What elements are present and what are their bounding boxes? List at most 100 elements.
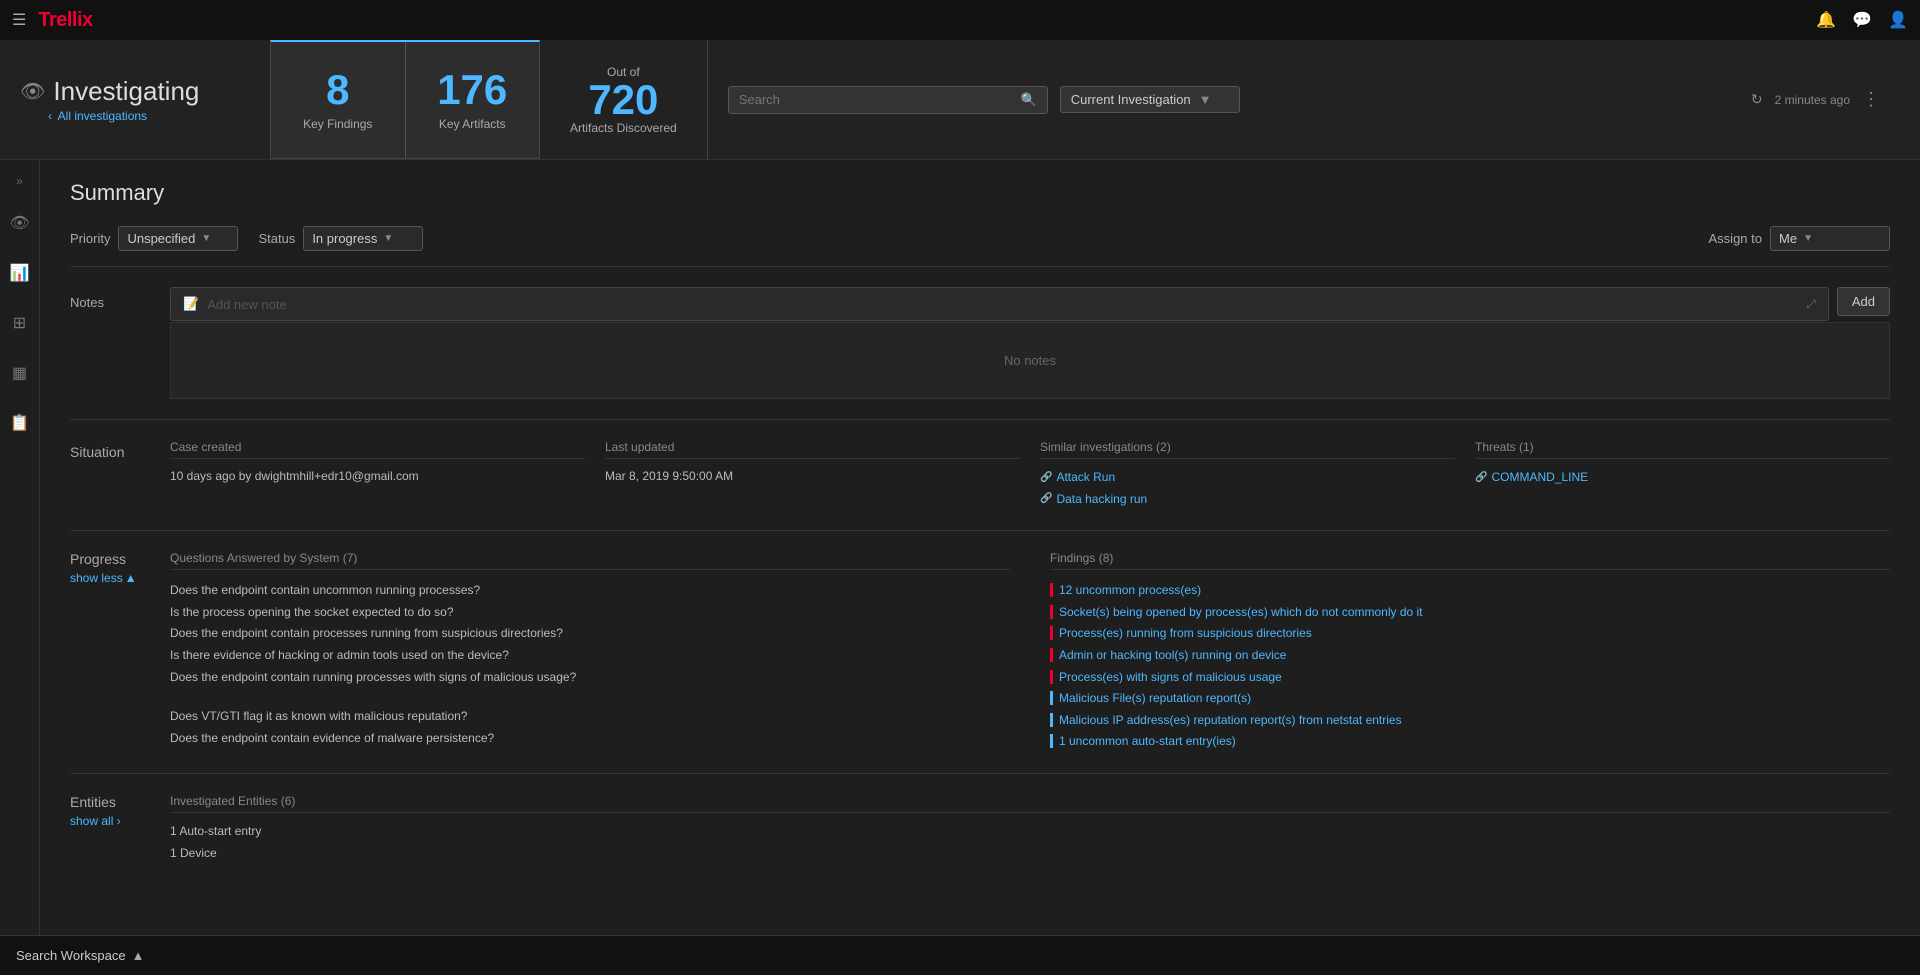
hamburger-icon[interactable]: ☰: [12, 10, 26, 30]
priority-control: Priority Unspecified ▼: [70, 226, 238, 251]
status-value: In progress: [312, 231, 377, 246]
progress-label: Progress: [70, 551, 150, 567]
sidebar-eye-icon[interactable]: 👁: [5, 208, 35, 238]
last-updated-col: Last updated Mar 8, 2019 9:50:00 AM: [605, 440, 1020, 510]
finding-text-8[interactable]: 1 uncommon auto-start entry(ies): [1059, 731, 1236, 753]
user-icon[interactable]: 👤: [1888, 10, 1908, 30]
entity-1: 1 Auto-start entry: [170, 821, 1890, 843]
last-updated-header: Last updated: [605, 440, 1020, 459]
stats-box: 8 Key Findings 176 Key Artifacts: [270, 40, 540, 159]
question-2: Is the process opening the socket expect…: [170, 602, 1010, 624]
header-right: ↻ 2 minutes ago ⋮: [1751, 89, 1900, 110]
threats-header: Threats (1): [1475, 440, 1890, 459]
search-box[interactable]: 🔍: [728, 86, 1048, 114]
entities-content: Investigated Entities (6) 1 Auto-start e…: [170, 794, 1890, 864]
findings-header: Findings (8): [1050, 551, 1890, 570]
investigation-dropdown[interactable]: Current Investigation ▼: [1060, 86, 1240, 113]
question-5: Does the endpoint contain running proces…: [170, 667, 1010, 689]
sidebar-collapse-icon[interactable]: »: [16, 174, 23, 188]
question-1: Does the endpoint contain uncommon runni…: [170, 580, 1010, 602]
investigating-title: 👁 Investigating: [20, 76, 250, 107]
key-findings-stat: 8 Key Findings: [271, 42, 406, 158]
question-7: Does the endpoint contain evidence of ma…: [170, 728, 1010, 750]
status-label: Status: [258, 231, 295, 246]
finding-text-6[interactable]: Malicious File(s) reputation report(s): [1059, 688, 1251, 710]
last-updated-text: 2 minutes ago: [1775, 93, 1850, 107]
finding-1: 12 uncommon process(es): [1050, 580, 1890, 602]
finding-5: Process(es) with signs of malicious usag…: [1050, 667, 1890, 689]
situation-grid: Case created 10 days ago by dwightmhill+…: [170, 440, 1890, 510]
situation-section: Situation Case created 10 days ago by dw…: [70, 419, 1890, 510]
add-note-button[interactable]: Add: [1837, 287, 1890, 316]
refresh-icon[interactable]: ↻: [1751, 91, 1763, 108]
nav-left: ☰ Trellix: [12, 9, 93, 32]
finding-text-4[interactable]: Admin or hacking tool(s) running on devi…: [1059, 645, 1286, 667]
sidebar-chart-icon[interactable]: 📊: [5, 258, 35, 288]
ext-link-icon-3: 🔗: [1475, 469, 1487, 487]
finding-text-7[interactable]: Malicious IP address(es) reputation repo…: [1059, 710, 1402, 732]
finding-bar-red-3: [1050, 626, 1053, 640]
all-investigations-link[interactable]: ‹ All investigations: [48, 109, 250, 123]
header-controls: 🔍 Current Investigation ▼ ↻ 2 minutes ag…: [708, 86, 1920, 114]
investigating-label: Investigating: [53, 76, 199, 107]
status-chevron-icon: ▼: [383, 233, 393, 244]
assign-to-value: Me: [1779, 231, 1797, 246]
finding-text-3[interactable]: Process(es) running from suspicious dire…: [1059, 623, 1312, 645]
finding-7: Malicious IP address(es) reputation repo…: [1050, 710, 1890, 732]
sidebar-book-icon[interactable]: 📋: [5, 408, 35, 438]
finding-3: Process(es) running from suspicious dire…: [1050, 623, 1890, 645]
investigation-dropdown-label: Current Investigation: [1071, 92, 1191, 107]
priority-value: Unspecified: [127, 231, 195, 246]
chat-icon[interactable]: 💬: [1852, 10, 1872, 30]
data-hacking-link[interactable]: 🔗 Data hacking run: [1040, 489, 1455, 511]
entities-side: Entities show all ›: [70, 794, 150, 864]
finding-8: 1 uncommon auto-start entry(ies): [1050, 731, 1890, 753]
key-artifacts-stat: 176 Key Artifacts: [406, 42, 540, 158]
finding-text-5[interactable]: Process(es) with signs of malicious usag…: [1059, 667, 1282, 689]
similar-investigations-header: Similar investigations (2): [1040, 440, 1455, 459]
question-3: Does the endpoint contain processes runn…: [170, 623, 1010, 645]
situation-label: Situation: [70, 440, 150, 510]
assign-to-dropdown[interactable]: Me ▼: [1770, 226, 1890, 251]
show-all-button[interactable]: show all ›: [70, 814, 150, 828]
key-findings-label: Key Findings: [303, 117, 372, 131]
nav-right: 🔔 💬 👤: [1816, 10, 1908, 30]
finding-bar-red-4: [1050, 648, 1053, 662]
notes-input-area[interactable]: 📝 Add new note ⤢: [170, 287, 1829, 321]
progress-side: Progress show less ▲: [70, 551, 150, 753]
command-line-link[interactable]: 🔗 COMMAND_LINE: [1475, 467, 1890, 489]
search-input[interactable]: [739, 92, 1015, 107]
chevron-up-icon: ▲: [132, 948, 145, 963]
show-less-button[interactable]: show less ▲: [70, 571, 150, 585]
assign-to-control: Assign to Me ▼: [1709, 226, 1890, 251]
assign-to-label: Assign to: [1709, 231, 1762, 246]
questions-column: Questions Answered by System (7) Does th…: [170, 551, 1010, 753]
search-workspace-label: Search Workspace: [16, 948, 126, 963]
notes-content: 📝 Add new note ⤢ Add No notes: [170, 287, 1890, 399]
key-artifacts-number: 176: [437, 69, 507, 111]
finding-text-2[interactable]: Socket(s) being opened by process(es) wh…: [1059, 602, 1423, 624]
priority-dropdown[interactable]: Unspecified ▼: [118, 226, 238, 251]
artifacts-number: 720: [588, 79, 658, 121]
notes-note-icon: 📝: [183, 296, 199, 312]
search-icon[interactable]: 🔍: [1021, 92, 1037, 108]
attack-run-link[interactable]: 🔗 Attack Run: [1040, 467, 1455, 489]
notes-section-label: Notes: [70, 287, 150, 310]
finding-2: Socket(s) being opened by process(es) wh…: [1050, 602, 1890, 624]
question-6: Does VT/GTI flag it as known with malici…: [170, 706, 1010, 728]
status-control: Status In progress ▼: [258, 226, 423, 251]
situation-content: Case created 10 days ago by dwightmhill+…: [170, 440, 1890, 510]
finding-text-1[interactable]: 12 uncommon process(es): [1059, 580, 1201, 602]
status-dropdown[interactable]: In progress ▼: [303, 226, 423, 251]
chevron-up-small-icon: ▲: [125, 571, 137, 585]
progress-columns: Questions Answered by System (7) Does th…: [170, 551, 1890, 753]
entities-section: Entities show all › Investigated Entitie…: [70, 773, 1890, 864]
bell-icon[interactable]: 🔔: [1816, 10, 1836, 30]
key-findings-number: 8: [326, 69, 349, 111]
search-workspace-button[interactable]: Search Workspace ▲: [16, 948, 144, 963]
no-notes-text: No notes: [170, 322, 1890, 399]
sidebar-table-icon[interactable]: ▦: [5, 358, 35, 388]
more-options-icon[interactable]: ⋮: [1862, 89, 1880, 110]
left-sidebar: » 👁 📊 ⊞ ▦ 📋: [0, 160, 40, 935]
sidebar-grid-icon[interactable]: ⊞: [5, 308, 35, 338]
